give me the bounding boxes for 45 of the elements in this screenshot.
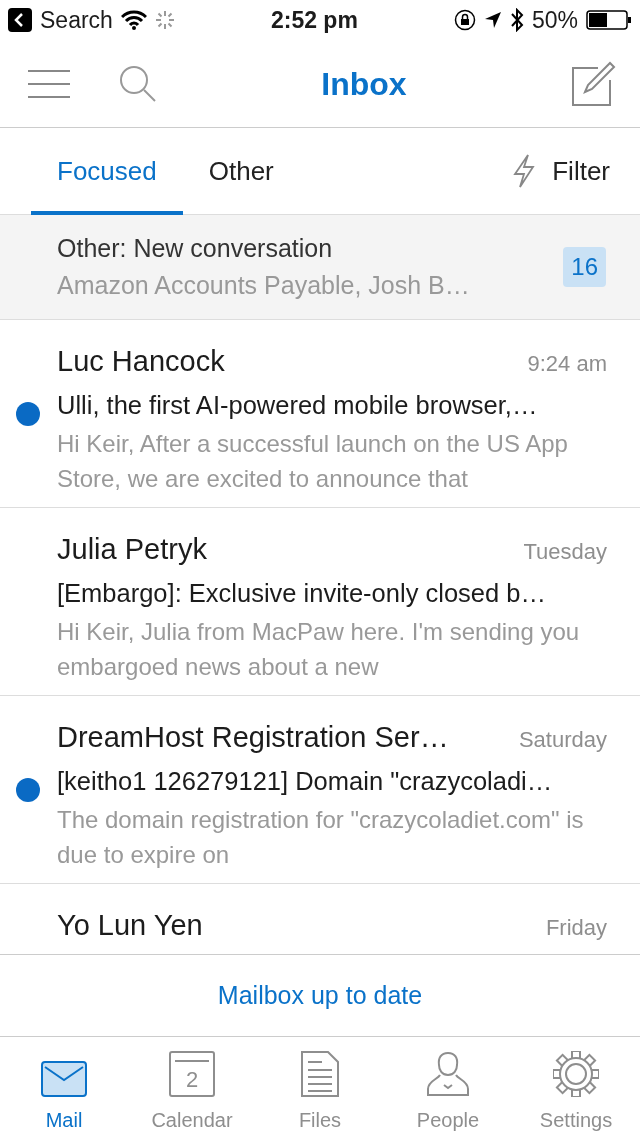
battery-percentage: 50% — [531, 5, 578, 35]
search-icon[interactable] — [118, 63, 158, 104]
rotation-lock-icon — [453, 9, 476, 31]
sender-name: Julia Petryk — [57, 532, 207, 567]
filter-button[interactable]: Filter — [506, 150, 616, 192]
message-preview: The domain registration for "crazycoladiet.com" is due to expire on — [57, 804, 585, 870]
message-time: 9:24 am — [527, 350, 607, 378]
message-row[interactable]: Luc Hancock 9:24 am Ulli, the first AI-powered mobile browser,… Hi Keir, After a successful launch on the US App Store, we are excited to announce that — [0, 320, 640, 508]
message-subject: Ulli, the first AI-powered mobile browser,… — [57, 389, 539, 421]
lightning-icon — [512, 154, 537, 188]
message-row[interactable]: DreamHost Registration Ser… Saturday [keitho1 126279121] Domain "crazycoladi… The domain registration for "crazycoladiet.com" is due to expire on — [0, 696, 640, 884]
other-banner[interactable]: Other: New conversation Amazon Accounts Payable, Josh B… 16 — [0, 215, 640, 320]
status-time: 2:52 pm — [269, 5, 359, 35]
sender-name: Yo Lun Yen — [57, 908, 203, 943]
wifi-icon — [120, 10, 147, 30]
inbox-title: Inbox — [320, 64, 408, 104]
location-icon — [483, 11, 502, 29]
back-label[interactable]: Search — [40, 2, 113, 38]
tab-bar-item[interactable]: Mail — [0, 1037, 128, 1136]
message-time: Tuesday — [523, 538, 607, 566]
spinner-icon — [154, 10, 175, 30]
gear-icon — [553, 1051, 599, 1097]
sender-name: Luc Hancock — [57, 344, 225, 379]
message-preview: Hi Keir, After a successful launch on the US App Store, we are excited to announce that — [57, 428, 569, 494]
sender-name: DreamHost Registration Ser… — [57, 720, 449, 755]
unread-count: 16 — [563, 247, 606, 287]
message-time: Friday — [545, 914, 607, 942]
bluetooth-icon — [509, 8, 524, 32]
message-time: Saturday — [518, 726, 607, 754]
person-icon — [426, 1051, 470, 1097]
banner-title: Other: New conversation — [57, 232, 334, 264]
compose-icon[interactable] — [570, 60, 616, 107]
envelope-icon — [41, 1061, 87, 1097]
menu-icon[interactable] — [28, 68, 70, 99]
message-subject: [Embargo]: Exclusive invite-only closed b… — [57, 577, 547, 609]
message-subject: [keitho1 126279121] Domain "crazycoladi… — [57, 765, 554, 797]
back-icon[interactable] — [8, 8, 32, 32]
document-icon — [301, 1051, 339, 1097]
battery-icon — [586, 10, 632, 30]
message-preview: Hi Keir, Julia from MacPaw here. I'm sending you embargoed news about a new — [57, 616, 581, 682]
banner-senders: Amazon Accounts Payable, Josh B… — [57, 270, 471, 301]
inbox-tab[interactable]: Other — [182, 127, 300, 215]
message-row[interactable]: Julia Petryk Tuesday [Embargo]: Exclusive invite-only closed b… Hi Keir, Julia from MacPaw here. I'm sending you embargoed news about a new — [0, 508, 640, 696]
calendar-icon: 2 — [169, 1051, 215, 1097]
sync-status: Mailbox up to date — [0, 954, 640, 1037]
